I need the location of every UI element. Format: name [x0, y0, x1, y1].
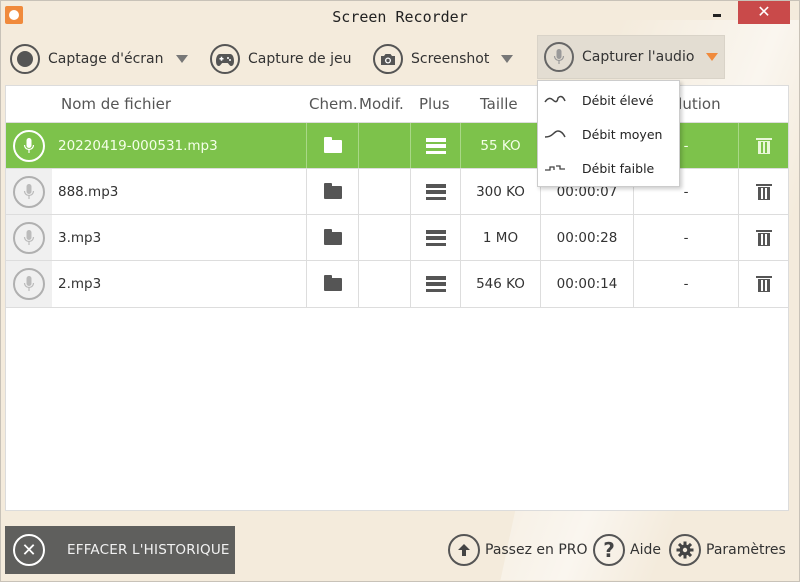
- menu-icon: [425, 276, 446, 292]
- edit-cell[interactable]: [358, 261, 410, 307]
- minimize-button[interactable]: [700, 0, 736, 24]
- file-name[interactable]: 3.mp3: [52, 215, 306, 261]
- file-duration: 00:00:14: [540, 261, 633, 307]
- trash-icon: [755, 184, 772, 200]
- help-label: Aide: [630, 542, 661, 558]
- help-button[interactable]: ? Aide: [593, 534, 661, 566]
- wave-high-icon: [544, 95, 574, 105]
- folder-icon: [323, 274, 342, 291]
- folder-icon: [323, 228, 342, 245]
- toolbar-label: Captage d'écran: [48, 51, 164, 67]
- menu-icon: [425, 138, 446, 154]
- menu-item-label: Débit moyen: [582, 126, 663, 142]
- clear-history-button[interactable]: ✕ EFFACER L'HISTORIQUE: [5, 526, 235, 574]
- microphone-icon: [13, 130, 45, 162]
- folder-icon: [323, 182, 342, 199]
- upgrade-pro-button[interactable]: Passez en PRO: [448, 534, 588, 566]
- clear-history-label: EFFACER L'HISTORIQUE: [67, 542, 230, 558]
- menu-item-medium-bitrate[interactable]: Débit moyen: [538, 117, 679, 151]
- column-header-more[interactable]: Plus: [419, 95, 450, 113]
- camera-icon: [373, 44, 403, 74]
- file-resolution: -: [633, 215, 738, 261]
- menu-item-label: Débit faible: [582, 160, 655, 176]
- file-size: 55 KO: [460, 123, 540, 169]
- toolbar-label: Capture de jeu: [248, 51, 352, 67]
- toolbar-label: Screenshot: [411, 51, 490, 67]
- column-header-edit[interactable]: Modif.: [359, 95, 404, 113]
- gamepad-icon: [210, 44, 240, 74]
- open-folder-button[interactable]: [306, 123, 358, 169]
- delete-button[interactable]: [738, 215, 788, 261]
- column-header-filename[interactable]: Nom de fichier: [61, 95, 171, 113]
- table-row[interactable]: 3.mp3 1 MO 00:00:28 -: [6, 214, 788, 261]
- microphone-icon: [13, 222, 45, 254]
- chevron-down-icon[interactable]: [501, 55, 514, 63]
- chevron-down-icon[interactable]: [175, 55, 188, 63]
- trash-icon: [755, 138, 772, 154]
- folder-icon: [323, 136, 342, 153]
- close-button[interactable]: ✕: [738, 0, 790, 24]
- edit-cell[interactable]: [358, 215, 410, 261]
- settings-label: Paramètres: [706, 542, 786, 558]
- window-title: Screen Recorder: [332, 8, 468, 26]
- open-folder-button[interactable]: [306, 169, 358, 215]
- help-icon: ?: [593, 534, 625, 566]
- delete-button[interactable]: [738, 123, 788, 169]
- gear-icon: [669, 534, 701, 566]
- file-resolution: -: [633, 261, 738, 307]
- toolbar-label: Capturer l'audio: [582, 49, 695, 65]
- toolbar-audio-capture[interactable]: Capturer l'audio: [537, 35, 725, 79]
- edit-cell[interactable]: [358, 169, 410, 215]
- row-type-cell: [6, 261, 52, 307]
- wave-low-icon: [544, 163, 574, 173]
- row-type-cell: [6, 215, 52, 261]
- delete-button[interactable]: [738, 261, 788, 307]
- close-circle-icon: ✕: [13, 534, 45, 566]
- menu-item-high-bitrate[interactable]: Débit élevé: [538, 83, 679, 117]
- audio-quality-menu: Débit élevé Débit moyen Débit faible: [537, 80, 680, 187]
- chevron-down-icon[interactable]: [706, 53, 719, 61]
- record-icon: [10, 44, 40, 74]
- table-row[interactable]: 2.mp3 546 KO 00:00:14 -: [6, 260, 788, 308]
- settings-button[interactable]: Paramètres: [669, 534, 786, 566]
- more-button[interactable]: [410, 123, 460, 169]
- edit-cell[interactable]: [358, 123, 410, 169]
- wave-medium-icon: [544, 129, 574, 139]
- toolbar-screen-capture[interactable]: Captage d'écran: [10, 40, 188, 78]
- toolbar-screenshot[interactable]: Screenshot: [373, 40, 514, 78]
- file-size: 300 KO: [460, 169, 540, 215]
- file-name[interactable]: 2.mp3: [52, 261, 306, 307]
- file-duration: 00:00:28: [540, 215, 633, 261]
- microphone-icon: [13, 268, 45, 300]
- more-button[interactable]: [410, 215, 460, 261]
- file-name[interactable]: 888.mp3: [52, 169, 306, 215]
- column-header-size[interactable]: Taille: [480, 95, 518, 113]
- open-folder-button[interactable]: [306, 261, 358, 307]
- file-name[interactable]: 20220419-000531.mp3: [52, 123, 306, 169]
- trash-icon: [755, 276, 772, 292]
- menu-item-label: Débit élevé: [582, 92, 654, 108]
- microphone-icon: [544, 42, 574, 72]
- trash-icon: [755, 230, 772, 246]
- file-size: 546 KO: [460, 261, 540, 307]
- upgrade-label: Passez en PRO: [485, 542, 588, 558]
- more-button[interactable]: [410, 261, 460, 307]
- open-folder-button[interactable]: [306, 215, 358, 261]
- delete-button[interactable]: [738, 169, 788, 215]
- column-header-path[interactable]: Chem.: [309, 95, 358, 113]
- file-size: 1 MO: [460, 215, 540, 261]
- row-type-cell: [6, 123, 52, 169]
- row-type-cell: [6, 169, 52, 215]
- more-button[interactable]: [410, 169, 460, 215]
- microphone-icon: [13, 176, 45, 208]
- menu-item-low-bitrate[interactable]: Débit faible: [538, 151, 679, 185]
- menu-icon: [425, 230, 446, 246]
- menu-icon: [425, 184, 446, 200]
- toolbar-game-capture[interactable]: Capture de jeu: [210, 40, 351, 78]
- arrow-up-icon: [448, 534, 480, 566]
